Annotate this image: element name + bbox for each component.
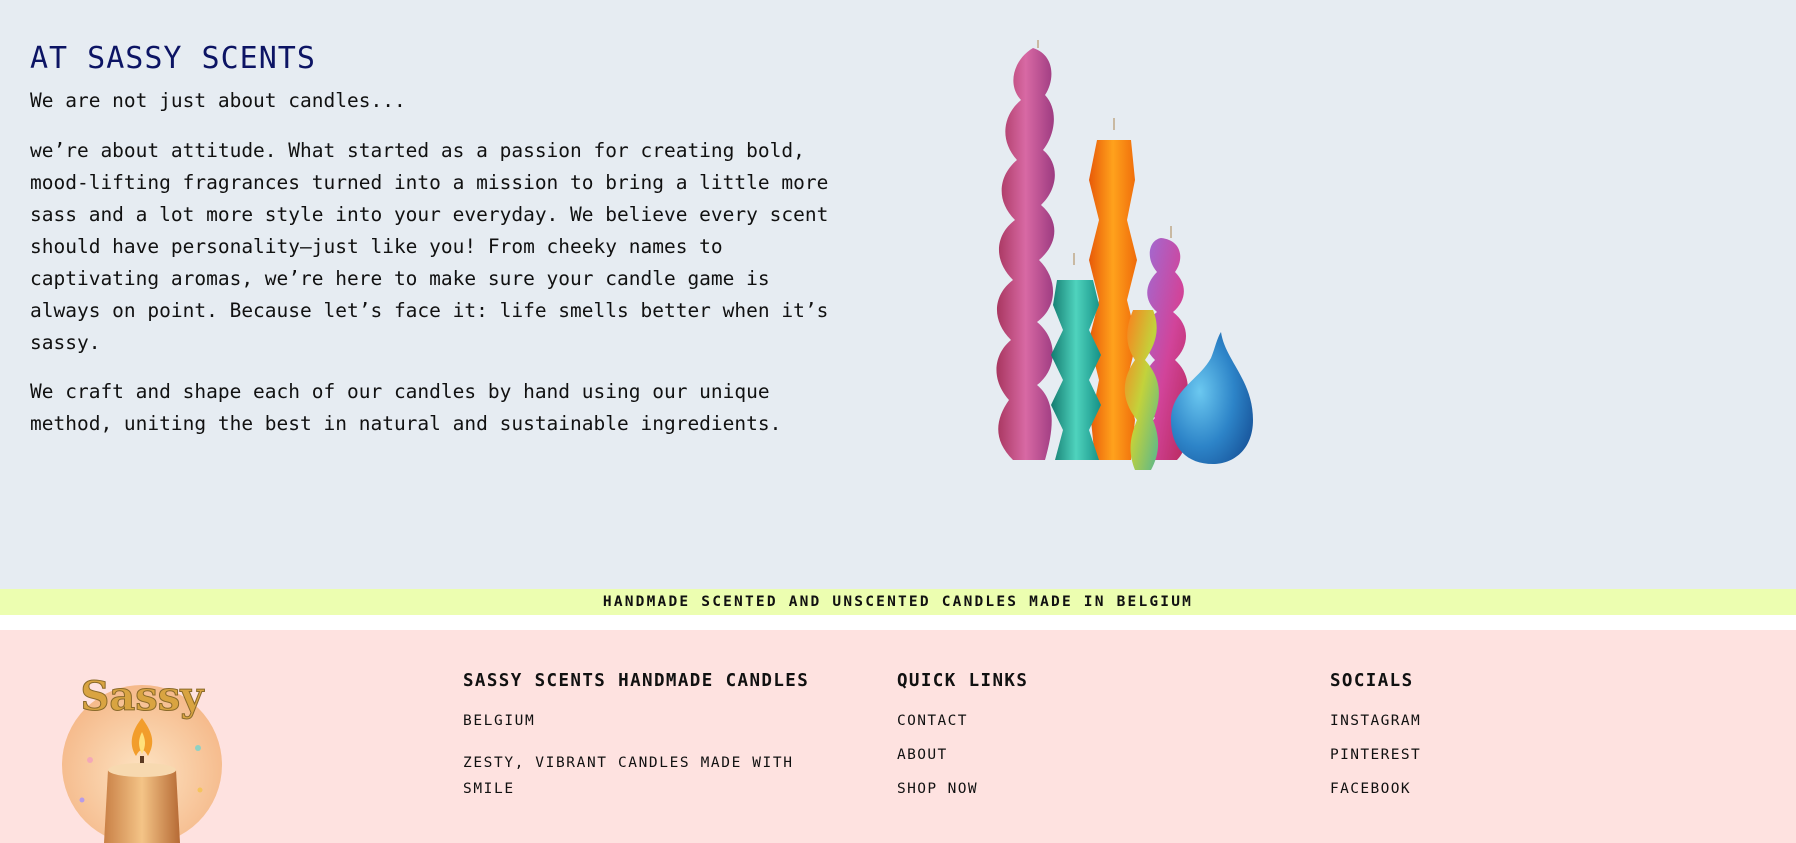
footer-brand-column: SASSY SCENTS HANDMADE CANDLES BELGIUM ZE…: [463, 666, 823, 802]
footer-quick-links-column: QUICK LINKS CONTACT ABOUT SHOP NOW: [897, 666, 1217, 810]
list-item: INSTAGRAM: [1330, 708, 1650, 734]
about-section: AT SASSY SCENTS We are not just about ca…: [0, 0, 1796, 589]
about-title: AT SASSY SCENTS: [30, 41, 316, 76]
footer-location: BELGIUM: [463, 713, 536, 729]
socials-list: INSTAGRAM PINTEREST FACEBOOK: [1330, 708, 1650, 802]
pinterest-link[interactable]: PINTEREST: [1330, 747, 1421, 763]
facebook-link[interactable]: FACEBOOK: [1330, 781, 1411, 797]
list-item: PINTEREST: [1330, 742, 1650, 768]
quick-links-title: QUICK LINKS: [897, 671, 1029, 691]
brand-logo[interactable]: Sassy: [60, 670, 235, 843]
footer-brand-title: SASSY SCENTS HANDMADE CANDLES: [463, 671, 810, 691]
contact-link[interactable]: CONTACT: [897, 713, 968, 729]
footer-tagline: ZESTY, VIBRANT CANDLES MADE WITH SMILE: [463, 755, 794, 797]
announcement-text: HANDMADE SCENTED AND UNSCENTED CANDLES M…: [602, 594, 1194, 610]
about-paragraph-2: We craft and shape each of our candles b…: [30, 380, 782, 435]
candles-image: [996, 40, 1253, 470]
socials-title: SOCIALS: [1330, 671, 1414, 691]
band-spacer: [0, 615, 1796, 630]
shop-now-link[interactable]: SHOP NOW: [897, 781, 978, 797]
instagram-link[interactable]: INSTAGRAM: [1330, 713, 1421, 729]
logo-wordmark: Sassy: [80, 673, 205, 720]
list-item: SHOP NOW: [897, 776, 1217, 802]
list-item: ABOUT: [897, 742, 1217, 768]
about-link[interactable]: ABOUT: [897, 747, 948, 763]
about-text-block: AT SASSY SCENTS We are not just about ca…: [30, 38, 830, 440]
announcement-band: HANDMADE SCENTED AND UNSCENTED CANDLES M…: [0, 589, 1796, 615]
about-paragraph-1: we’re about attitude. What started as a …: [30, 139, 829, 354]
list-item: FACEBOOK: [1330, 776, 1650, 802]
footer-socials-column: SOCIALS INSTAGRAM PINTEREST FACEBOOK: [1330, 666, 1650, 810]
footer: Sassy SASSY SCENTS HANDMADE CANDLES BELG…: [0, 630, 1796, 843]
list-item: CONTACT: [897, 708, 1217, 734]
about-subtitle: We are not just about candles...: [30, 89, 406, 112]
quick-links-list: CONTACT ABOUT SHOP NOW: [897, 708, 1217, 802]
